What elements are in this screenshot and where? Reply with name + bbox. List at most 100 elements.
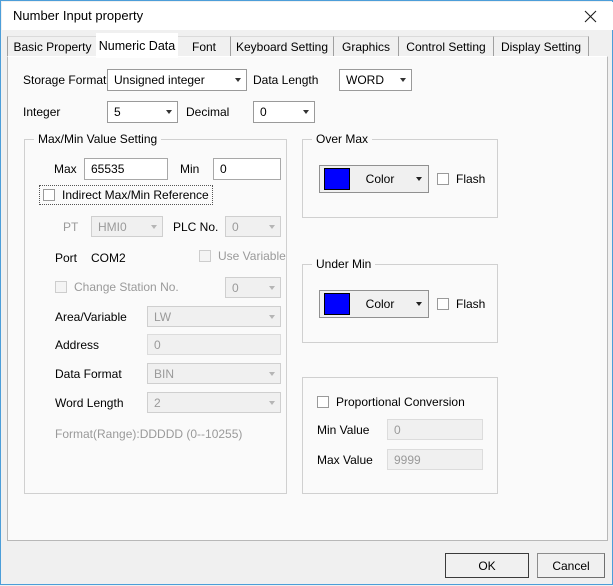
address-input[interactable]: 0: [147, 334, 281, 355]
cancel-button[interactable]: Cancel: [537, 553, 605, 578]
tab-keyboard-setting[interactable]: Keyboard Setting: [230, 36, 334, 57]
chevron-down-icon: [298, 102, 314, 122]
area-variable-combo[interactable]: LW: [147, 306, 281, 327]
chevron-down-icon: [264, 307, 280, 326]
over-max-group: Over Max Color Flash: [302, 132, 498, 218]
prop-max-value-label: Max Value: [317, 453, 373, 467]
chevron-down-icon: [264, 393, 280, 412]
over-max-group-title: Over Max: [312, 132, 373, 146]
tab-graphics[interactable]: Graphics: [333, 36, 399, 57]
integer-value: 5: [114, 105, 121, 119]
data-length-value: WORD: [346, 73, 384, 87]
checkbox-box: [199, 250, 211, 262]
indirect-max-min-reference-checkbox[interactable]: Indirect Max/Min Reference: [39, 185, 213, 205]
window-title: Number Input property: [13, 8, 144, 23]
chevron-down-icon: [264, 278, 280, 297]
ok-button[interactable]: OK: [445, 553, 529, 578]
max-input[interactable]: 65535: [84, 158, 168, 180]
station-no-value: 0: [232, 280, 239, 295]
use-variable-label: Use Variable: [218, 249, 286, 263]
color-swatch: [324, 293, 350, 315]
word-length-combo[interactable]: 2: [147, 392, 281, 413]
storage-format-label: Storage Format: [23, 73, 107, 87]
under-min-group-title: Under Min: [312, 257, 376, 271]
proportional-conversion-group: Proportional Conversion Min Value 0 Max …: [302, 377, 498, 494]
decimal-label: Decimal: [186, 105, 230, 119]
dialog-window: Number Input property Basic Property Num…: [0, 0, 613, 585]
data-length-label: Data Length: [253, 73, 319, 87]
checkbox-box: [55, 281, 67, 293]
area-variable-label: Area/Variable: [55, 310, 127, 324]
min-input[interactable]: 0: [213, 158, 281, 180]
chevron-down-icon: [264, 217, 280, 236]
word-length-label: Word Length: [55, 396, 124, 410]
chevron-down-icon: [230, 70, 246, 90]
prop-max-value-input[interactable]: 9999: [387, 449, 483, 470]
color-swatch: [324, 168, 350, 190]
area-variable-value: LW: [154, 309, 172, 324]
checkbox-box: [317, 396, 329, 408]
checkbox-box: [437, 173, 449, 185]
plc-no-combo[interactable]: 0: [225, 216, 281, 237]
tab-panel-numeric-data: Storage Format Unsigned integer Data Len…: [7, 56, 608, 541]
checkbox-box: [43, 189, 55, 201]
chevron-down-icon: [161, 102, 177, 122]
use-variable-checkbox[interactable]: Use Variable: [199, 249, 286, 263]
max-label: Max: [54, 162, 77, 176]
tab-basic-property[interactable]: Basic Property: [7, 36, 98, 57]
chevron-down-icon: [395, 70, 411, 90]
chevron-down-icon: [146, 217, 162, 236]
tab-numeric-data[interactable]: Numeric Data: [96, 33, 178, 58]
chevron-down-icon: [264, 364, 280, 383]
indirect-max-min-reference-label: Indirect Max/Min Reference: [62, 188, 209, 202]
over-max-color-button[interactable]: Color: [319, 165, 429, 193]
checkbox-box: [437, 298, 449, 310]
plc-no-value: 0: [232, 219, 239, 234]
under-min-group: Under Min Color Flash: [302, 257, 498, 343]
pt-combo[interactable]: HMI0: [91, 216, 163, 237]
under-min-color-button[interactable]: Color: [319, 290, 429, 318]
port-value: COM2: [91, 251, 126, 265]
plc-no-label: PLC No.: [173, 220, 219, 234]
integer-label: Integer: [23, 105, 61, 119]
data-format-combo[interactable]: BIN: [147, 363, 281, 384]
over-max-color-label: Color: [365, 172, 395, 186]
change-station-no-label: Change Station No.: [74, 280, 179, 294]
chevron-down-icon: [410, 177, 428, 181]
tab-font[interactable]: Font: [177, 36, 231, 57]
under-min-color-label: Color: [365, 297, 395, 311]
close-icon[interactable]: [567, 2, 613, 30]
tab-display-setting[interactable]: Display Setting: [493, 36, 589, 57]
address-label: Address: [55, 338, 100, 352]
prop-min-value-label: Min Value: [317, 423, 370, 437]
data-format-label: Data Format: [55, 367, 122, 381]
integer-combo[interactable]: 5: [107, 101, 178, 123]
max-min-value-setting-group: Max/Min Value Setting Max 65535 Min 0 In…: [24, 132, 287, 494]
under-min-flash-label: Flash: [456, 297, 486, 311]
title-bar: Number Input property: [2, 2, 613, 30]
data-length-combo[interactable]: WORD: [339, 69, 412, 91]
data-format-value: BIN: [154, 366, 175, 381]
decimal-combo[interactable]: 0: [253, 101, 315, 123]
under-min-flash-checkbox[interactable]: Flash: [437, 297, 485, 311]
max-min-group-title: Max/Min Value Setting: [34, 132, 162, 146]
over-max-flash-checkbox[interactable]: Flash: [437, 172, 485, 186]
dialog-footer: OK Cancel: [1, 541, 613, 586]
over-max-flash-label: Flash: [456, 172, 486, 186]
station-no-combo[interactable]: 0: [225, 277, 281, 298]
min-label: Min: [180, 162, 200, 176]
pt-value: HMI0: [98, 219, 127, 234]
proportional-conversion-label: Proportional Conversion: [336, 395, 465, 409]
word-length-value: 2: [154, 395, 161, 410]
proportional-conversion-checkbox[interactable]: Proportional Conversion: [317, 395, 465, 409]
storage-format-combo[interactable]: Unsigned integer: [107, 69, 247, 91]
format-range-text: Format(Range):DDDDD (0--10255): [55, 427, 243, 441]
tab-control-setting[interactable]: Control Setting: [398, 36, 494, 57]
change-station-no-checkbox[interactable]: Change Station No.: [55, 280, 179, 294]
storage-format-value: Unsigned integer: [114, 73, 205, 87]
port-label: Port: [55, 251, 78, 265]
chevron-down-icon: [410, 302, 428, 306]
prop-min-value-input[interactable]: 0: [387, 419, 483, 440]
tab-strip: Basic Property Numeric Data Font Keyboar…: [7, 33, 608, 58]
pt-label: PT: [63, 220, 79, 234]
